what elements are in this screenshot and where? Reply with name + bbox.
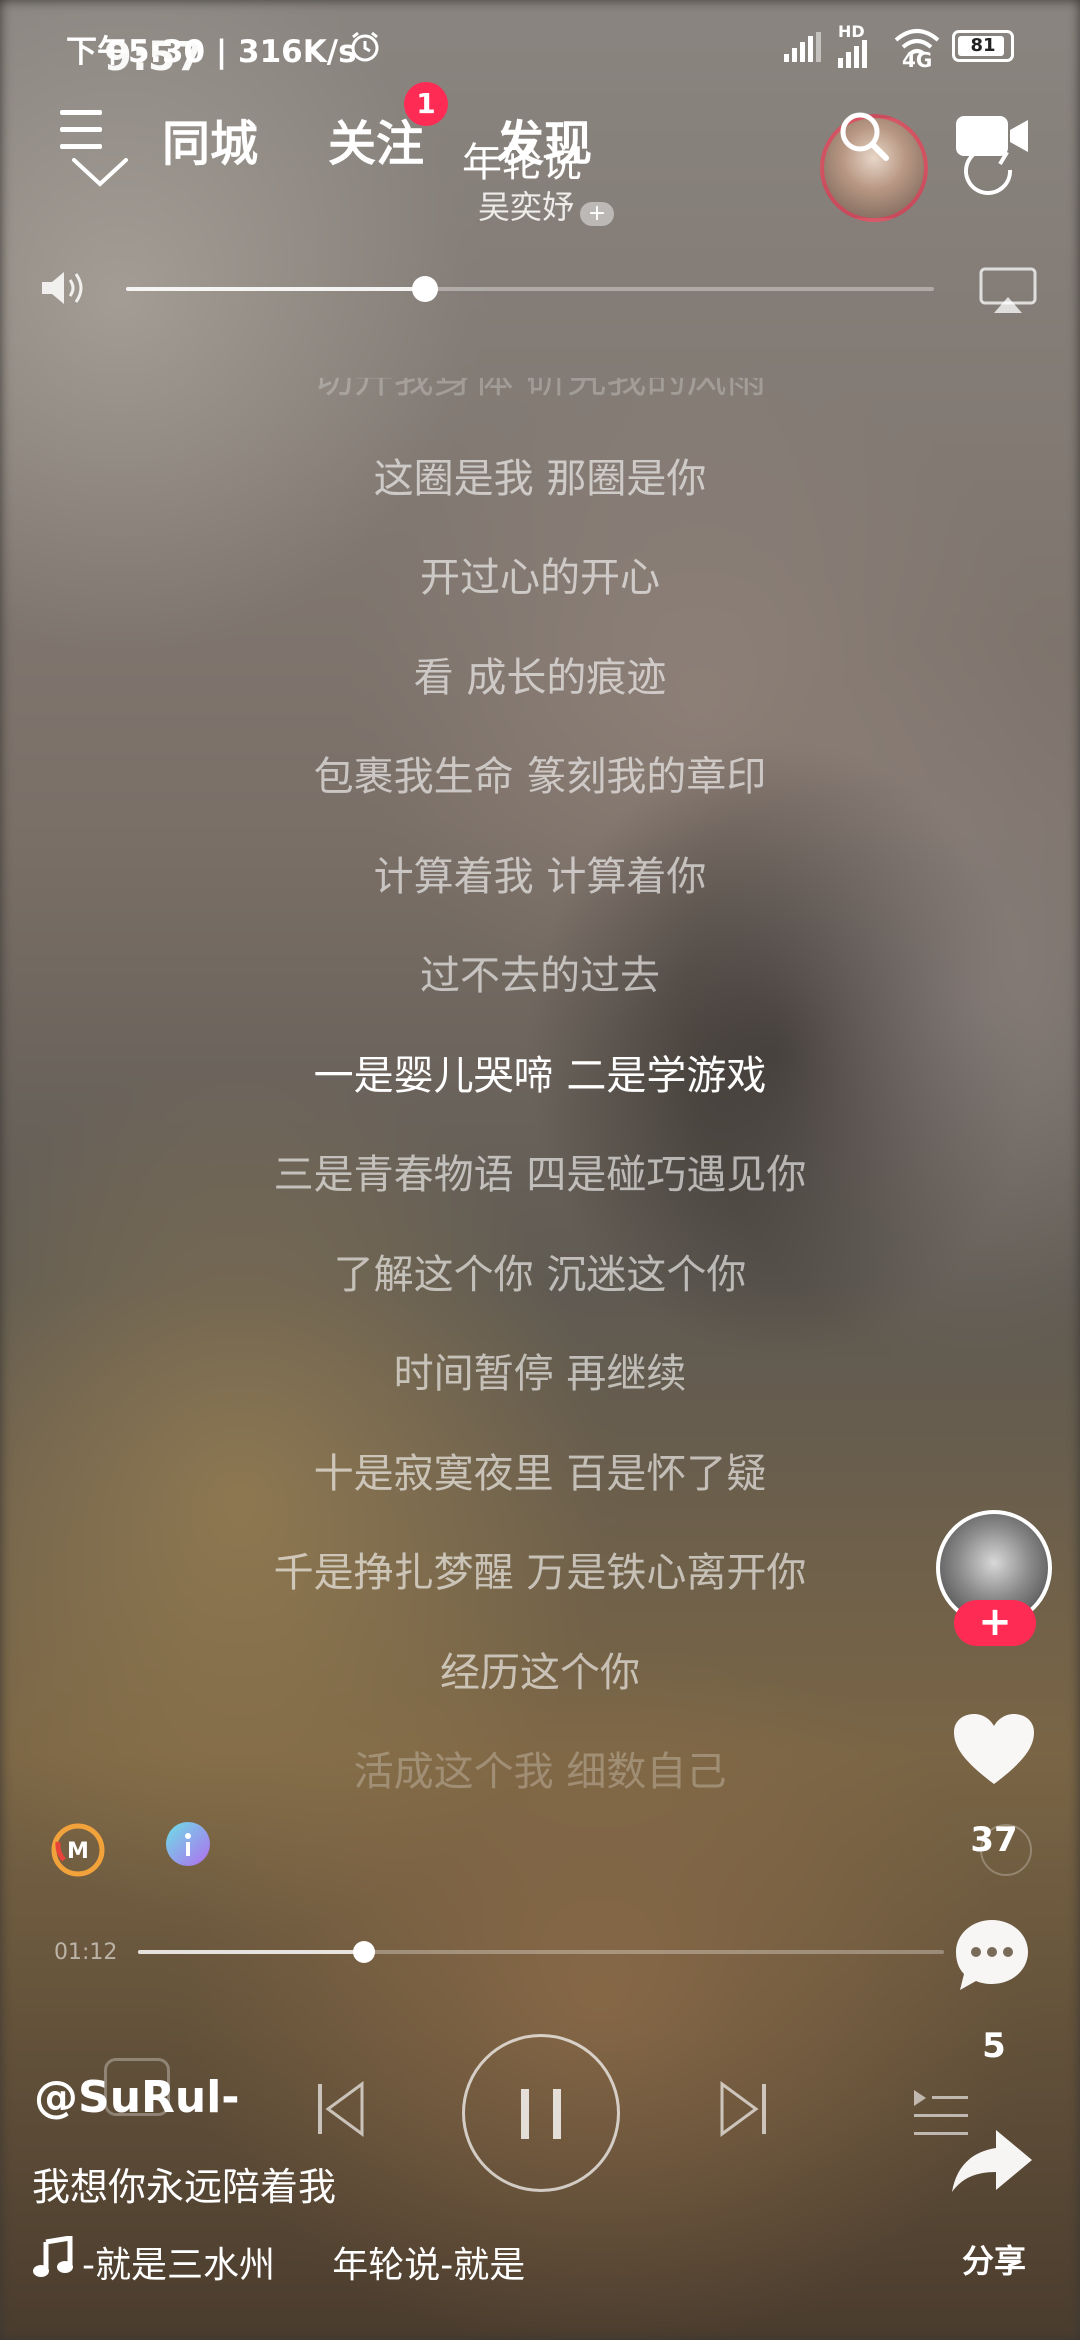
song-artist-row[interactable]: 吴奕妤 + [478, 182, 615, 228]
tab-nearby[interactable]: 同城 [162, 104, 258, 174]
music-marquee[interactable]: -就是三水州 年轮说-就是 [82, 2236, 612, 2288]
overlay-clock: 9:57 [104, 34, 204, 80]
lyric-line[interactable]: 十是寂寞夜里 百是怀了疑 [0, 1441, 1080, 1499]
lyric-line[interactable]: 了解这个你 沉迷这个你 [0, 1242, 1080, 1300]
heart-icon[interactable] [952, 1712, 1036, 1790]
mode-indicator-icon[interactable]: M [50, 1822, 106, 1882]
lyric-line[interactable]: 过不去的过去 [0, 943, 1080, 1001]
follow-creator-button[interactable]: + [954, 1600, 1036, 1646]
speaker-icon[interactable] [40, 268, 90, 312]
search-icon[interactable] [836, 108, 892, 168]
song-title: 年轮说 [462, 140, 582, 186]
lyric-line[interactable]: 这圈是我 那圈是你 [0, 446, 1080, 504]
comment-count: 5 [982, 2026, 1006, 2066]
next-track-icon[interactable] [718, 2080, 768, 2142]
username[interactable]: @SuRul- [34, 2072, 240, 2123]
song-artist: 吴奕妤 [478, 188, 575, 226]
battery-icon: 81 [952, 30, 1014, 62]
lyric-line[interactable]: 千是挣扎梦醒 万是铁心离开你 [0, 1540, 1080, 1598]
pause-bar-left [521, 2089, 529, 2139]
lyric-line[interactable]: 经历这个你 [0, 1640, 1080, 1698]
music-info: -就是三水州 年轮说-就是 [82, 2245, 526, 2286]
song-progress-fill [138, 1950, 364, 1954]
refresh-icon[interactable] [962, 146, 1022, 202]
menu-icon[interactable] [58, 108, 106, 156]
lyric-line[interactable]: 时间暂停 再继续 [0, 1341, 1080, 1399]
music-note-icon [32, 2235, 76, 2284]
notification-badge: 1 [404, 82, 448, 126]
volume-slider-fill [126, 287, 425, 291]
song-progress-track[interactable] [138, 1941, 944, 1963]
alarm-icon [348, 30, 382, 68]
collapse-chevron-icon[interactable] [70, 154, 130, 192]
elapsed-time: 01:12 [54, 1940, 118, 1965]
svg-text:M: M [67, 1839, 89, 1864]
video-caption: 我想你永远陪着我 [32, 2165, 337, 2209]
share-label[interactable]: 分享 [934, 2236, 1054, 2282]
previous-track-icon[interactable] [316, 2080, 366, 2142]
play-pause-button[interactable] [462, 2034, 620, 2192]
signal-icon [784, 32, 824, 66]
artist-follow-button[interactable]: + [580, 201, 615, 226]
lyric-line[interactable]: 包裹我生命 篆刻我的章印 [0, 744, 1080, 802]
battery-level: 81 [970, 35, 996, 56]
lyric-line[interactable]: 计算着我 计算着你 [0, 844, 1080, 902]
lyric-line[interactable]: 看 成长的痕迹 [0, 645, 1080, 703]
volume-slider-track[interactable] [126, 276, 934, 302]
sound-effect-icon[interactable] [164, 1820, 212, 1872]
lyric-line[interactable]: 活成这个我 细数自己 [0, 1739, 1080, 1797]
network-type: 4G [902, 48, 933, 72]
hd-label: HD [838, 22, 865, 41]
airplay-icon[interactable] [978, 266, 1038, 320]
lyric-line[interactable]: 开过心的开心 [0, 545, 1080, 603]
volume-slider-knob[interactable] [411, 276, 438, 302]
pause-bar-right [553, 2089, 561, 2139]
comment-icon[interactable] [952, 1916, 1032, 2000]
song-progress-knob[interactable] [352, 1941, 375, 1963]
faded-rotate-icon [980, 1824, 1032, 1876]
share-arrow-icon[interactable] [950, 2126, 1034, 2200]
lyric-line[interactable]: 三是青春物语 四是碰巧遇见你 [0, 1142, 1080, 1200]
lyric-line-current[interactable]: 一是婴儿哭啼 二是学游戏 [0, 1043, 1080, 1101]
